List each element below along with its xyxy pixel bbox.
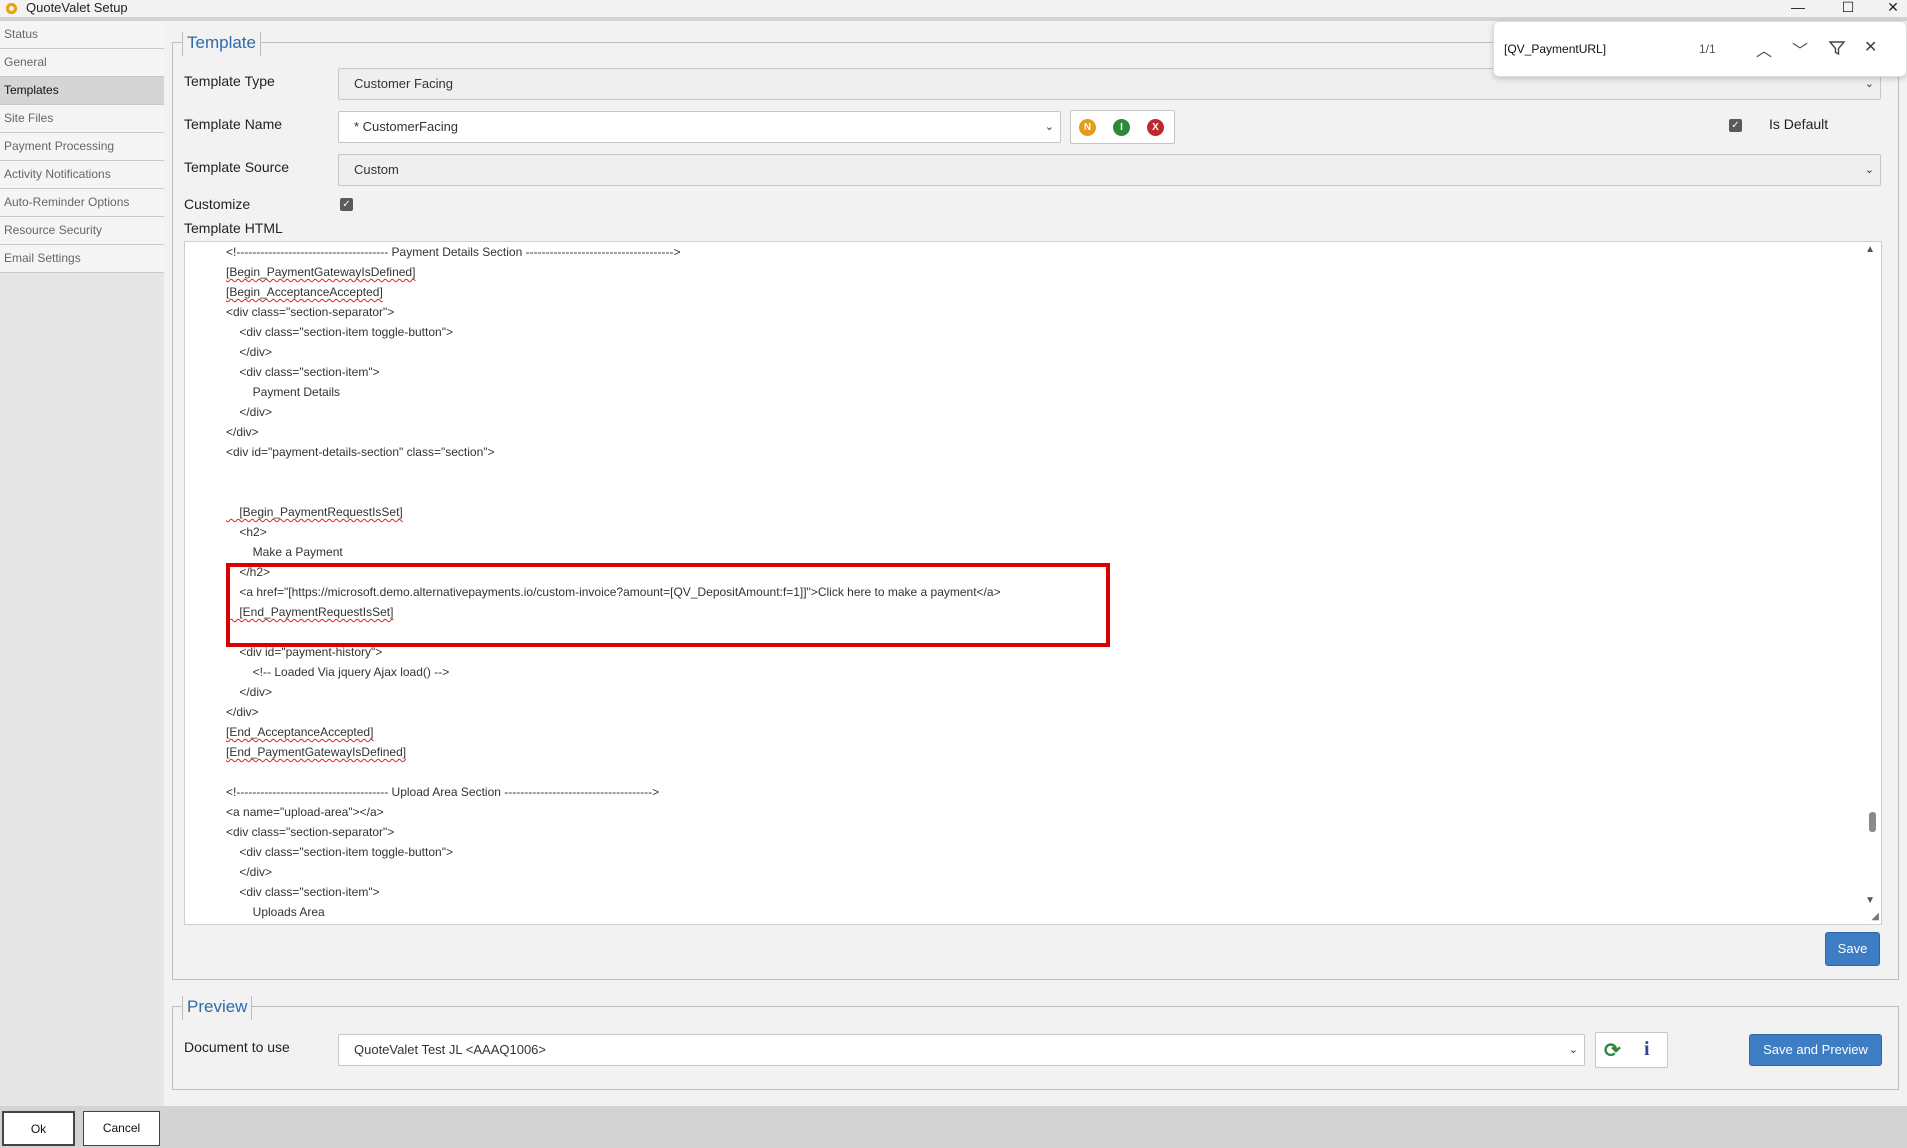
find-bar: [QV_PaymentURL] 1/1 ︿ ﹀ ✕: [1493, 21, 1907, 77]
refresh-icon[interactable]: ⟳: [1604, 1038, 1621, 1063]
code-line: <div class="section-separator">: [226, 305, 395, 319]
sidebar-item-status[interactable]: Status: [0, 21, 164, 49]
code-line: </div>: [226, 705, 259, 719]
code-line: [Begin_AcceptanceAccepted]: [226, 285, 383, 299]
maximize-button[interactable]: ☐: [1825, 0, 1871, 17]
code-line: <div class="section-item">: [226, 365, 380, 379]
chevron-down-icon: ⌄: [1864, 164, 1874, 176]
code-line: </div>: [226, 345, 273, 359]
sidebar-item-auto-reminder-options[interactable]: Auto-Reminder Options: [0, 189, 164, 217]
find-match-count: 1/1: [1699, 42, 1716, 56]
next-match-icon[interactable]: ﹀: [1792, 37, 1808, 61]
code-line: [Begin_PaymentRequestIsSet]: [226, 505, 403, 519]
template-legend: Template: [182, 32, 261, 56]
code-line: <h2>: [226, 525, 267, 539]
code-line: <!--------------------------------------…: [226, 785, 660, 799]
template-html-label: Template HTML: [184, 220, 283, 236]
sidebar-item-site-files[interactable]: Site Files: [0, 105, 164, 133]
document-select-value: QuoteValet Test JL <AAAQ1006>: [354, 1042, 546, 1057]
code-line: Uploads Area: [226, 905, 325, 919]
template-name-select[interactable]: * CustomerFacing ⌄: [338, 111, 1061, 143]
minimize-button[interactable]: —: [1775, 0, 1821, 17]
title-bar: QuoteValet Setup — ☐ ✕: [0, 0, 1907, 17]
scrollbar-thumb[interactable]: [1869, 812, 1876, 832]
document-select[interactable]: QuoteValet Test JL <AAAQ1006> ⌄: [338, 1034, 1585, 1066]
code-line: </div>: [226, 405, 273, 419]
template-type-value: Customer Facing: [354, 76, 453, 91]
code-line: Payment Details: [226, 385, 341, 399]
gear-icon: [5, 2, 18, 15]
dialog-footer: Ok Cancel: [0, 1106, 1907, 1148]
save-and-preview-button[interactable]: Save and Preview: [1749, 1034, 1882, 1066]
close-window-button[interactable]: ✕: [1870, 0, 1907, 17]
scroll-up-arrow-icon[interactable]: ▲: [1865, 244, 1875, 255]
cancel-button[interactable]: Cancel: [83, 1111, 160, 1146]
highlight-annotation-box: [226, 563, 1110, 647]
is-default-checkbox[interactable]: ✓: [1729, 119, 1742, 132]
code-line: </div>: [226, 865, 273, 879]
find-input[interactable]: [QV_PaymentURL]: [1504, 42, 1606, 56]
window-title: QuoteValet Setup: [26, 0, 128, 15]
resize-handle-icon[interactable]: ◢: [1871, 911, 1879, 922]
info-icon[interactable]: i: [1644, 1038, 1650, 1061]
sidebar: Status General Templates Site Files Paym…: [0, 21, 164, 1106]
customize-checkbox[interactable]: ✓: [340, 198, 353, 211]
template-name-label: Template Name: [184, 116, 283, 132]
code-line: [Begin_PaymentGatewayIsDefined]: [226, 265, 416, 279]
sidebar-item-payment-processing[interactable]: Payment Processing: [0, 133, 164, 161]
new-template-button[interactable]: N: [1079, 119, 1096, 136]
code-line: </div>: [226, 425, 259, 439]
code-line: <div class="section-item">: [226, 885, 380, 899]
document-to-use-label: Document to use: [184, 1039, 290, 1055]
scroll-down-arrow-icon[interactable]: ▼: [1865, 895, 1875, 906]
close-find-icon[interactable]: ✕: [1864, 37, 1877, 57]
template-source-label: Template Source: [184, 159, 290, 175]
code-line: <!-- Loaded Via jquery Ajax load() -->: [226, 665, 450, 679]
code-line: [End_AcceptanceAccepted]: [226, 725, 374, 739]
info-template-button[interactable]: I: [1113, 119, 1130, 136]
chevron-down-icon: ⌄: [1044, 121, 1054, 133]
code-line: <div class="section-separator">: [226, 825, 395, 839]
sidebar-item-email-settings[interactable]: Email Settings: [0, 245, 164, 273]
template-html-editor[interactable]: <!--------------------------------------…: [184, 241, 1882, 925]
code-line: <div class="section-item toggle-button">: [226, 845, 453, 859]
is-default-label: Is Default: [1769, 116, 1829, 132]
filter-icon[interactable]: [1828, 39, 1846, 57]
code-line: </div>: [226, 685, 273, 699]
save-button[interactable]: Save: [1825, 932, 1880, 966]
ok-button[interactable]: Ok: [2, 1111, 75, 1146]
template-type-label: Template Type: [184, 73, 275, 89]
previous-match-icon[interactable]: ︿: [1756, 37, 1772, 61]
sidebar-item-templates[interactable]: Templates: [0, 77, 164, 105]
code-line: <div class="section-item toggle-button">: [226, 325, 453, 339]
template-source-value: Custom: [354, 162, 399, 177]
sidebar-item-activity-notifications[interactable]: Activity Notifications: [0, 161, 164, 189]
chevron-down-icon: ⌄: [1568, 1044, 1578, 1056]
customize-label: Customize: [184, 196, 251, 212]
code-line: [End_PaymentGatewayIsDefined]: [226, 745, 407, 759]
preview-actions-group: ⟳ i: [1595, 1032, 1668, 1068]
sidebar-item-resource-security[interactable]: Resource Security: [0, 217, 164, 245]
code-line: <!--------------------------------------…: [226, 245, 681, 259]
code-line: <div id="payment-details-section" class=…: [226, 445, 495, 459]
delete-template-button[interactable]: X: [1147, 119, 1164, 136]
template-actions-group: N I X: [1070, 110, 1175, 144]
code-line: Make a Payment: [226, 545, 343, 559]
sidebar-item-general[interactable]: General: [0, 49, 164, 77]
template-name-value: * CustomerFacing: [354, 119, 459, 134]
code-line: <a name="upload-area"></a>: [226, 805, 384, 819]
preview-legend: Preview: [182, 996, 253, 1020]
template-source-select[interactable]: Custom ⌄: [338, 154, 1881, 186]
